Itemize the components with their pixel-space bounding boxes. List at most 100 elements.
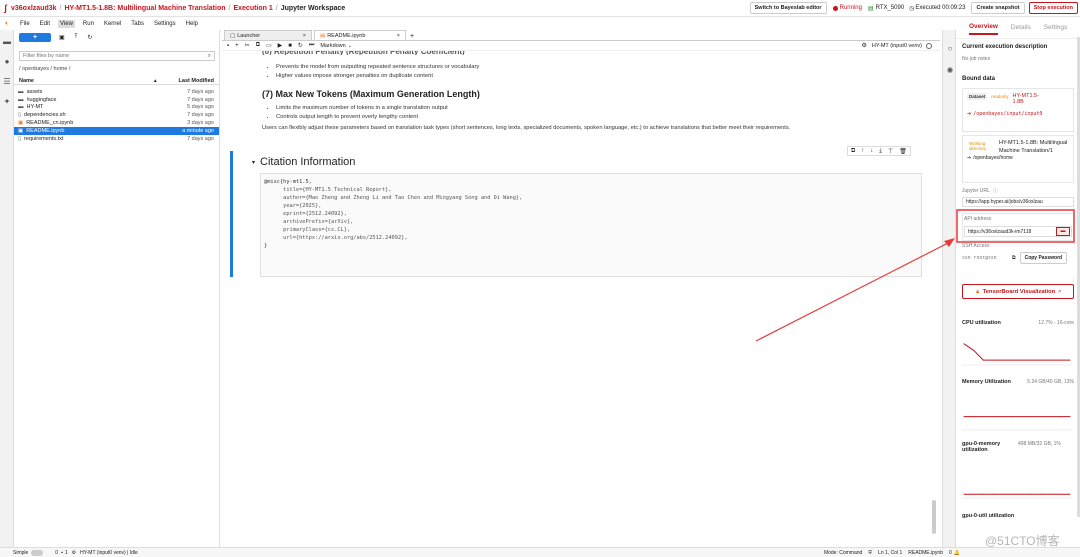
file-row[interactable]: ▯ dependencies.sh 7 days ago bbox=[14, 111, 219, 119]
column-name[interactable]: Name bbox=[19, 78, 154, 84]
memory-point bbox=[1021, 416, 1023, 418]
tab-settings[interactable]: Settings bbox=[1044, 24, 1068, 34]
paste-icon[interactable]: ▭ bbox=[266, 42, 272, 49]
launcher-icon: ▢ bbox=[230, 32, 236, 39]
breadcrumb-model[interactable]: HY-MT1.5-1.8B: Multilingual Machine Tran… bbox=[64, 5, 225, 12]
menu-help[interactable]: Help bbox=[184, 20, 200, 28]
api-address-field[interactable]: https://v36oxlzaud3k-im7118 bbox=[965, 229, 1056, 235]
move-up-icon[interactable]: ↑ bbox=[861, 148, 864, 154]
tab-readme[interactable]: ▤ README.ipynb × bbox=[314, 30, 406, 40]
tab-details[interactable]: Details bbox=[1011, 24, 1031, 34]
current-path[interactable]: / openbayes / home / bbox=[19, 66, 219, 72]
menu-settings[interactable]: Settings bbox=[152, 20, 178, 28]
cpu-point bbox=[1021, 359, 1023, 361]
property-inspector-icon[interactable]: ○ bbox=[943, 40, 957, 56]
file-row[interactable]: ▣ README.ipynb a minute ago bbox=[14, 126, 219, 135]
breadcrumb-execution[interactable]: Execution 1 bbox=[233, 5, 272, 12]
dataset-card[interactable]: Dataset readonly HY-MT1.5-1.8B ➔ /openba… bbox=[962, 88, 1074, 132]
folder-icon[interactable]: ▬ bbox=[0, 33, 14, 49]
create-snapshot-button[interactable]: Create snapshot bbox=[971, 2, 1025, 14]
ssh-command[interactable]: ssh root@ssh bbox=[962, 256, 1012, 261]
bound-data-title: Bound data bbox=[962, 76, 995, 82]
run-icon[interactable]: ▶ bbox=[278, 42, 283, 49]
add-cell-icon[interactable]: + bbox=[235, 43, 239, 49]
menu-tabs[interactable]: Tabs bbox=[129, 20, 146, 28]
restart-icon[interactable]: ↻ bbox=[298, 42, 303, 49]
new-folder-icon[interactable]: ▣ bbox=[59, 34, 65, 41]
file-row[interactable]: ▣ README_cn.ipynb 3 days ago bbox=[14, 119, 219, 127]
extensions-icon[interactable]: ✦ bbox=[0, 93, 14, 109]
bell-icon[interactable]: 🔔 bbox=[954, 550, 960, 556]
close-icon[interactable]: × bbox=[397, 33, 400, 39]
collapse-chevron-icon[interactable]: ▾ bbox=[252, 159, 255, 166]
file-icon: ▯ bbox=[18, 135, 22, 142]
watermark: @51CTO博客 bbox=[985, 534, 1060, 548]
menu-edit[interactable]: Edit bbox=[38, 20, 52, 28]
save-icon[interactable]: ▪ bbox=[227, 43, 229, 49]
notebook-toolbar: ▪ + ✂ ⧉ ▭ ▶ ■ ↻ ⏭ Markdown ⌄ ⚙ HY-MT (in… bbox=[222, 41, 940, 51]
duplicate-icon[interactable]: ⧉ bbox=[851, 148, 855, 155]
cpu-point bbox=[1059, 359, 1061, 361]
file-modified: 7 days ago bbox=[187, 135, 214, 142]
breadcrumb-separator: / bbox=[228, 4, 231, 12]
new-launcher-button[interactable]: + bbox=[19, 33, 51, 42]
menu-view[interactable]: View bbox=[58, 19, 75, 28]
simple-mode-toggle[interactable] bbox=[31, 549, 44, 556]
add-tab-button[interactable]: + bbox=[410, 33, 414, 40]
tab-launcher[interactable]: ▢ Launcher × bbox=[224, 30, 312, 40]
kernel-info[interactable]: HY-MT (input0 venv) | Idle bbox=[80, 550, 138, 556]
cut-icon[interactable]: ✂ bbox=[245, 42, 250, 49]
working-directory-card[interactable]: Working directory HY-MT1.5-1.8B: Multili… bbox=[962, 135, 1074, 183]
upload-icon[interactable]: ⤒ bbox=[75, 34, 78, 41]
gpu-util-label: gpu-0-util utilization bbox=[962, 513, 1015, 519]
kernel-name[interactable]: HY-MT (input0 venv) bbox=[872, 43, 922, 49]
add-above-icon[interactable]: ⤓ bbox=[879, 148, 882, 155]
kernel-status-icon bbox=[926, 42, 932, 49]
cpu-line bbox=[963, 343, 1070, 361]
tensorboard-button[interactable]: ▲ TensorBoard Visualization ↗ bbox=[962, 284, 1074, 299]
running-kernels-icon[interactable]: ● bbox=[0, 53, 14, 69]
external-link-icon: ↗ bbox=[1057, 288, 1062, 295]
copy-icon[interactable]: ⧉ bbox=[1012, 255, 1016, 261]
copy-icon[interactable]: ⧉ bbox=[256, 42, 260, 49]
fast-forward-icon[interactable]: ⏭ bbox=[309, 42, 314, 49]
table-of-contents-icon[interactable]: ☰ bbox=[0, 73, 14, 89]
jupyter-url-field[interactable]: https://app.hyper.ai/jobs/v36oxlzau bbox=[962, 197, 1074, 207]
close-icon[interactable]: × bbox=[303, 33, 306, 39]
column-last-modified[interactable]: Last Modified bbox=[179, 78, 214, 84]
code-line: archivePrefix={arXiv}, bbox=[264, 219, 354, 225]
file-row[interactable]: ▬ huggingface 7 days ago bbox=[14, 96, 219, 104]
menu-kernel[interactable]: Kernel bbox=[102, 20, 123, 28]
refresh-icon[interactable]: ↻ bbox=[87, 34, 92, 41]
cpu-point bbox=[973, 349, 975, 351]
bullet-item: Limits the maximum number of tokens in a… bbox=[276, 105, 922, 111]
simple-mode-label: Simple bbox=[13, 549, 29, 556]
menu-run[interactable]: Run bbox=[81, 20, 96, 28]
dataset-name[interactable]: HY-MT1.5-1.8B bbox=[1013, 93, 1043, 105]
stop-icon[interactable]: ■ bbox=[288, 43, 292, 49]
file-row[interactable]: ▯ requirements.txt 7 days ago bbox=[14, 135, 219, 143]
tab-overview[interactable]: Overview bbox=[969, 23, 998, 35]
add-below-icon[interactable]: ⊤ bbox=[888, 148, 893, 155]
breadcrumb-project[interactable]: v36oxlzaud3k bbox=[11, 5, 57, 12]
copy-icon[interactable]: ▬ bbox=[1056, 227, 1070, 236]
file-row[interactable]: ▬ assets 7 days ago bbox=[14, 88, 219, 96]
copy-password-button[interactable]: Copy Password bbox=[1019, 252, 1068, 264]
app-logo-icon[interactable]: ʃ bbox=[4, 3, 7, 13]
bug-icon[interactable]: ⚙ bbox=[861, 42, 866, 49]
file-row[interactable]: ▬ HY-MT 5 days ago bbox=[14, 104, 219, 112]
cell-type-select[interactable]: Markdown bbox=[320, 43, 345, 49]
move-down-icon[interactable]: ↓ bbox=[870, 148, 873, 154]
heading-max-new-tokens: (7) Max New Tokens (Maximum Generation L… bbox=[262, 89, 480, 99]
delete-icon[interactable]: 🗑 bbox=[899, 148, 907, 155]
gpu-memory-point bbox=[992, 493, 994, 495]
switch-bayeslab-button[interactable]: Switch to Bayeslab editor bbox=[749, 2, 827, 14]
cursor-position[interactable]: Ln 1, Col 1 bbox=[878, 550, 902, 556]
scrollbar[interactable] bbox=[932, 500, 936, 534]
debugger-icon[interactable]: ✺ bbox=[943, 62, 957, 78]
code-cell[interactable]: @misc{hy-mt1.5, title={HY-MT1.5 Technica… bbox=[260, 173, 922, 277]
filter-files-input[interactable] bbox=[23, 53, 208, 59]
menu-file[interactable]: File bbox=[18, 20, 32, 28]
memory-point bbox=[1069, 416, 1071, 418]
stop-execution-button[interactable]: Stop execution bbox=[1028, 2, 1078, 14]
